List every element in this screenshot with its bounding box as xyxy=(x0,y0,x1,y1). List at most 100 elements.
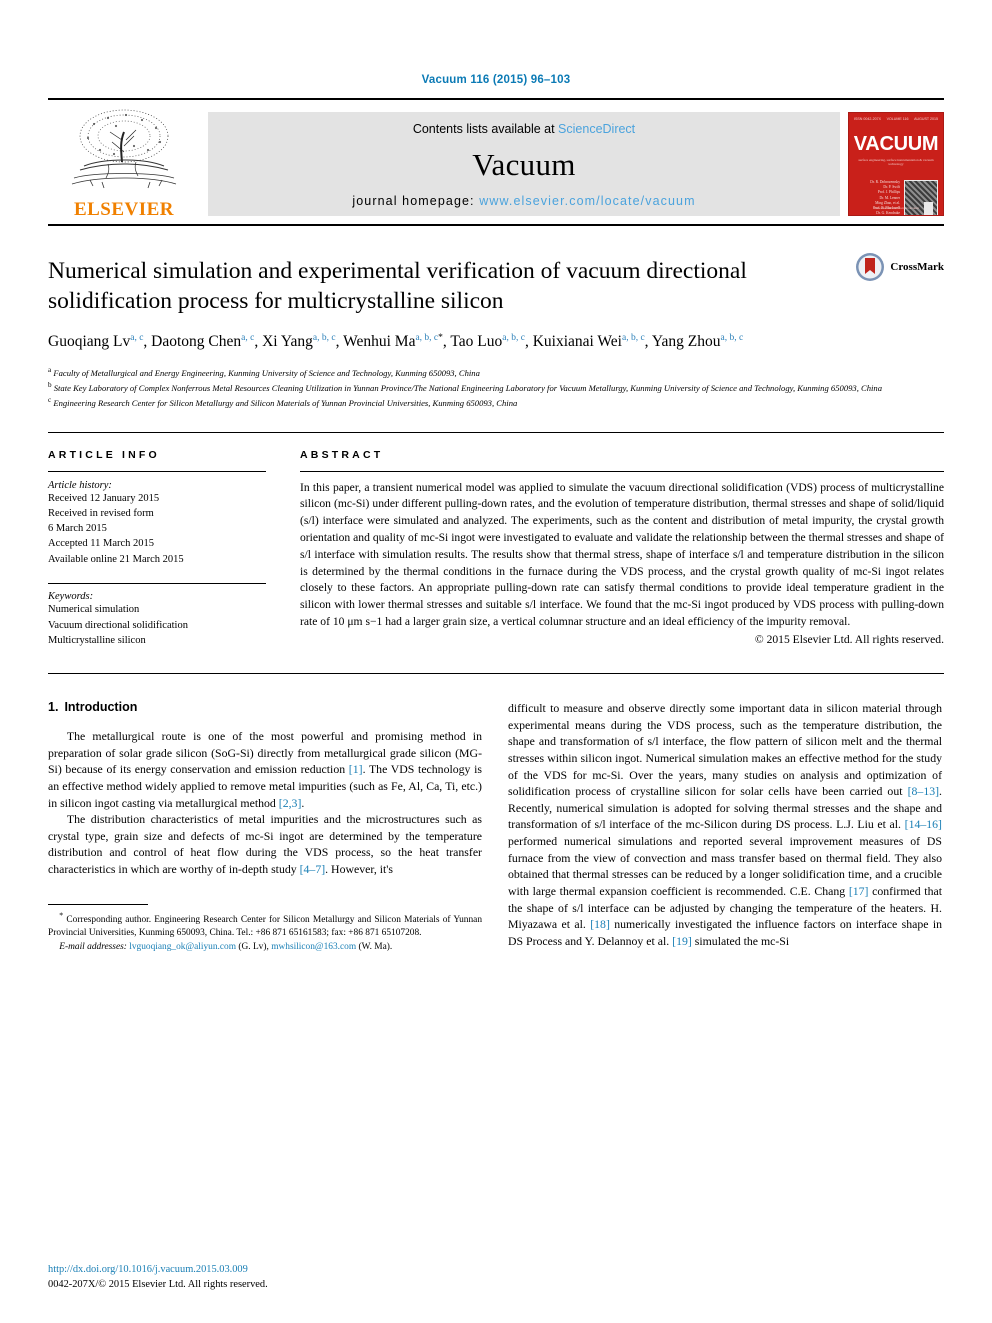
affiliation-mark: c xyxy=(48,395,52,404)
journal-masthead: ELSEVIER Contents lists available at Sci… xyxy=(48,100,944,224)
affiliation-list: a Faculty of Metallurgical and Energy En… xyxy=(48,365,944,409)
contents-prefix: Contents lists available at xyxy=(412,122,559,136)
author-sep: , xyxy=(335,333,344,351)
citation-ref[interactable]: [19] xyxy=(672,934,692,948)
email-note: E-mail addresses: lvguoqiang_ok@aliyun.c… xyxy=(59,942,393,952)
history-item: Received in revised form xyxy=(48,507,154,519)
author-name: Tao Luo xyxy=(450,333,503,351)
author-name: Daotong Chen xyxy=(151,333,242,351)
crossmark-label: CrossMark xyxy=(890,261,944,273)
elsevier-logo: ELSEVIER xyxy=(48,100,200,224)
author-entry: Wenhui Maa, b, c*, xyxy=(343,333,450,350)
footnote-rule xyxy=(48,903,148,905)
article-info-rule xyxy=(48,470,266,472)
author-list: Guoqiang Lva, c, Daotong Chena, c, Xi Ya… xyxy=(48,330,838,353)
keyword-item: Multicrystalline silicon xyxy=(48,635,146,647)
author-affil-marks[interactable]: a, b, c xyxy=(622,333,645,343)
section-title: Introduction xyxy=(64,700,138,714)
cover-editor-list: Dr. R. Dobrozemsky Dr. P. Swift Prof. J.… xyxy=(854,180,900,215)
author-affil-marks[interactable]: a, b, c xyxy=(313,333,336,343)
cover-photo xyxy=(904,180,938,215)
affiliation-text: State Key Laboratory of Complex Nonferro… xyxy=(53,383,883,394)
email-owner: (G. Lv) xyxy=(238,942,267,952)
author-affil-marks[interactable]: a, b, c xyxy=(502,333,525,343)
sciencedirect-link[interactable]: ScienceDirect xyxy=(558,122,635,136)
email-owner: (W. Ma). xyxy=(358,942,393,952)
citation-ref[interactable]: [2,3] xyxy=(279,796,302,810)
article-history-label: Article history: xyxy=(48,479,112,491)
crossmark-icon xyxy=(856,253,885,281)
citation-ref[interactable]: [8–13] xyxy=(908,784,939,798)
affiliation-mark: a xyxy=(48,366,52,375)
contents-available-line: Contents lists available at ScienceDirec… xyxy=(413,122,635,136)
body-right-column: difficult to measure and observe directl… xyxy=(508,700,942,955)
article-body: 1. Introduction The metallurgical route i… xyxy=(48,674,944,955)
citation-ref[interactable]: [14–16] xyxy=(905,817,942,831)
corresponding-author-text: Corresponding author. Engineering Resear… xyxy=(48,914,483,939)
cover-top-line: ISSN 0042-207X VOLUME 116 AUGUST 2015 xyxy=(849,113,943,121)
keyword-item: Vacuum directional solidification xyxy=(48,619,188,631)
cover-issn: ISSN 0042-207X xyxy=(854,117,881,121)
sciencedirect-banner: Contents lists available at ScienceDirec… xyxy=(208,112,840,216)
footnote-star-marker: * xyxy=(59,910,64,920)
corresponding-author-note: * Corresponding author. Engineering Rese… xyxy=(48,910,482,941)
author-entry: Kuixianai Weia, b, c, xyxy=(533,333,652,350)
abstract-copyright: © 2015 Elsevier Ltd. All rights reserved… xyxy=(754,632,944,646)
affiliation-item: a Faculty of Metallurgical and Energy En… xyxy=(48,365,944,380)
author-name: Yang Zhou xyxy=(651,333,721,351)
title-block: CrossMark Numerical simulation and exper… xyxy=(48,226,944,410)
author-affil-marks[interactable]: a, c xyxy=(241,333,254,343)
footnote-block: * Corresponding author. Engineering Rese… xyxy=(48,910,482,955)
cover-subtitle: surface engineering, surface instrumenta… xyxy=(858,158,934,166)
section-number: 1. xyxy=(48,700,59,714)
history-item: Available online 21 March 2015 xyxy=(48,553,184,565)
author-entry: Guoqiang Lva, c, xyxy=(48,333,151,350)
author-sep: , xyxy=(143,333,152,351)
homepage-prefix: journal homepage: xyxy=(352,194,480,208)
email-link[interactable]: mwhsilicon@163.com xyxy=(271,942,356,952)
author-entry: Yang Zhoua, b, c xyxy=(652,333,743,350)
author-affil-marks[interactable]: a, c xyxy=(130,333,143,343)
issn-copyright-line: 0042-207X/© 2015 Elsevier Ltd. All right… xyxy=(48,1279,268,1291)
citation-ref[interactable]: [1] xyxy=(349,762,363,776)
author-name: Guoqiang Lv xyxy=(48,333,131,351)
body-paragraph: difficult to measure and observe directl… xyxy=(508,701,943,948)
affiliation-text: Engineering Research Center for Silicon … xyxy=(53,397,518,408)
history-item: Received 12 January 2015 xyxy=(48,492,160,504)
running-head: Vacuum 116 (2015) 96–103 xyxy=(421,74,571,86)
affiliation-item: c Engineering Research Center for Silico… xyxy=(48,395,944,410)
author-entry: Tao Luoa, b, c, xyxy=(450,333,532,350)
author-affil-marks[interactable]: a, b, c xyxy=(720,333,743,343)
affiliation-text: Faculty of Metallurgical and Energy Engi… xyxy=(53,368,480,379)
email-link[interactable]: lvguoqiang_ok@aliyun.com xyxy=(129,942,236,952)
citation-ref[interactable]: [18] xyxy=(590,917,610,931)
author-affil-marks[interactable]: a, b, c xyxy=(415,333,438,343)
history-item: Accepted 11 March 2015 xyxy=(48,538,155,550)
abstract-rule xyxy=(300,470,944,472)
citation-ref[interactable]: [4–7] xyxy=(300,862,326,876)
elsevier-tree-icon xyxy=(71,109,177,189)
doi-footer: http://dx.doi.org/10.1016/j.vacuum.2015.… xyxy=(48,1262,268,1293)
author-entry: Xi Yanga, b, c, xyxy=(262,333,343,350)
author-sep: , xyxy=(254,333,263,351)
article-info-heading: ARTICLE INFO xyxy=(48,448,160,461)
keywords-rule xyxy=(48,582,266,584)
homepage-link[interactable]: www.elsevier.com/locate/vacuum xyxy=(479,194,695,208)
author-entry: Daotong Chena, c, xyxy=(151,333,262,350)
cover-footer-url: www.elsevier.com/locate/vacuum xyxy=(873,206,919,210)
author-name: Kuixianai Wei xyxy=(532,333,622,351)
crossmark-badge[interactable]: CrossMark xyxy=(855,252,944,282)
author-sep: , xyxy=(524,333,533,351)
keywords-label: Keywords: xyxy=(48,590,94,602)
email-label: E-mail addresses: xyxy=(59,942,127,952)
info-abstract-section: ARTICLE INFO Article history: Received 1… xyxy=(48,433,944,649)
citation-ref[interactable]: [17] xyxy=(849,884,869,898)
journal-title: Vacuum xyxy=(472,147,576,182)
author-sep: , xyxy=(644,333,652,351)
elsevier-wordmark: ELSEVIER xyxy=(73,199,175,220)
keyword-item: Numerical simulation xyxy=(48,603,140,615)
doi-link[interactable]: http://dx.doi.org/10.1016/j.vacuum.2015.… xyxy=(48,1262,268,1278)
author-name: Xi Yang xyxy=(262,333,313,351)
paper-page: Vacuum 116 (2015) 96–103 ELSEVIER Conten… xyxy=(0,0,992,1323)
article-info-column: ARTICLE INFO Article history: Received 1… xyxy=(48,449,266,649)
